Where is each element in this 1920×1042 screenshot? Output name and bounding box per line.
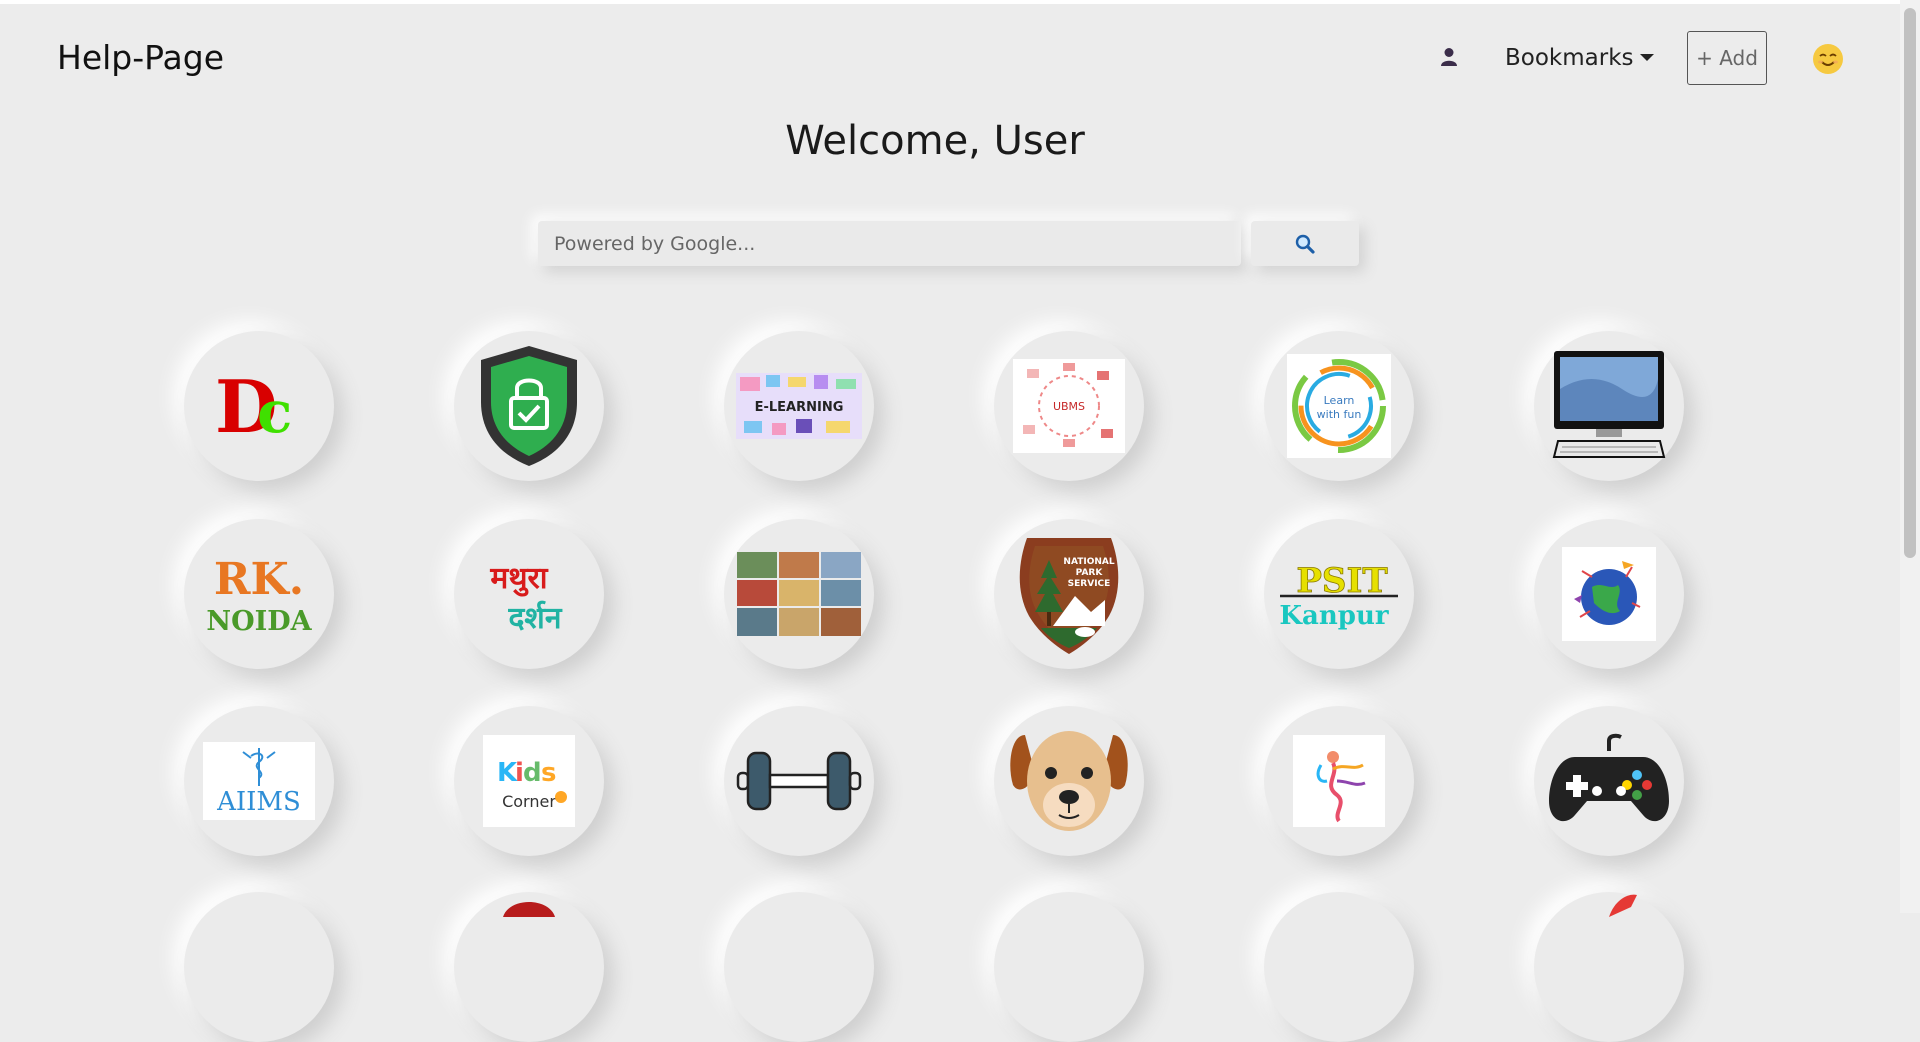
aiims-logo: AIIMS — [203, 742, 315, 820]
bookmarks-dropdown[interactable]: Bookmarks — [1505, 45, 1654, 71]
welcome-heading: Welcome, User — [785, 118, 1085, 164]
psit-kanpur-logo: PSIT Kanpur — [1279, 561, 1398, 631]
svg-text:s: s — [541, 758, 556, 788]
svg-text:E-LEARNING: E-LEARNING — [755, 400, 844, 415]
svg-text:SERVICE: SERVICE — [1068, 579, 1111, 589]
bookmark-tile[interactable]: D c — [184, 331, 334, 481]
svg-text:AIIMS: AIIMS — [216, 787, 301, 817]
bookmark-tile[interactable]: UBMS — [994, 331, 1144, 481]
bookmark-tile[interactable] — [994, 892, 1144, 1042]
brand-title[interactable]: Help-Page — [57, 38, 224, 77]
svg-text:Kanpur: Kanpur — [1279, 601, 1388, 631]
e-learning-logo: E-LEARNING — [736, 373, 862, 439]
bookmark-tile[interactable] — [724, 892, 874, 1042]
bookmark-tile[interactable] — [184, 892, 334, 1042]
svg-text:NOIDA: NOIDA — [206, 606, 312, 636]
world-travel-icon — [1562, 547, 1656, 641]
bookmark-tile[interactable]: RK. NOIDA — [184, 519, 334, 669]
svg-text:RK.: RK. — [214, 554, 304, 605]
dumbbell-icon — [736, 751, 862, 811]
bookmark-tile[interactable]: AIIMS — [184, 706, 334, 856]
svg-text:c: c — [257, 378, 292, 446]
svg-text:PARK: PARK — [1076, 568, 1104, 578]
window-top-edge — [0, 0, 1900, 4]
national-park-service-logo: NATIONAL PARK SERVICE — [1019, 538, 1119, 654]
bookmark-tile[interactable]: Learn with fun — [1264, 331, 1414, 481]
bookmark-tile[interactable] — [454, 892, 604, 1042]
user-icon[interactable] — [1438, 46, 1460, 68]
game-controller-icon — [1549, 733, 1669, 822]
kids-corner-logo: K i d s Corner — [483, 735, 575, 827]
search-button[interactable] — [1251, 221, 1359, 266]
svg-text:मथुरा: मथुरा — [489, 561, 548, 597]
bookmark-tile[interactable] — [1534, 706, 1684, 856]
learn-with-fun-logo: Learn with fun — [1287, 354, 1391, 458]
svg-text:UBMS: UBMS — [1053, 400, 1085, 413]
svg-text:दर्शन: दर्शन — [508, 600, 563, 636]
smiley-icon[interactable] — [1812, 43, 1844, 75]
bookmark-tile[interactable] — [724, 519, 874, 669]
bookmarks-label: Bookmarks — [1505, 45, 1634, 71]
computer-icon — [1552, 351, 1666, 458]
tourism-collage-icon — [737, 552, 861, 636]
svg-text:with fun: with fun — [1317, 408, 1362, 421]
page-scrollbar[interactable] — [1900, 0, 1920, 913]
ubms-logo: UBMS — [1013, 359, 1125, 453]
dog-face-icon — [1010, 731, 1128, 831]
svg-text:Learn: Learn — [1324, 394, 1355, 407]
bookmark-tile[interactable]: NATIONAL PARK SERVICE — [994, 519, 1144, 669]
bookmark-tile[interactable] — [1264, 706, 1414, 856]
mathura-darshan-logo: मथुरा दर्शन — [489, 561, 563, 636]
bookmark-tile[interactable] — [724, 706, 874, 856]
svg-text:NATIONAL: NATIONAL — [1063, 557, 1114, 567]
search-input[interactable] — [538, 221, 1241, 266]
bookmark-tile[interactable] — [1534, 519, 1684, 669]
bookmark-tile[interactable] — [1534, 331, 1684, 481]
security-shield-icon — [481, 346, 577, 466]
bookmark-tile[interactable] — [994, 706, 1144, 856]
svg-text:Corner: Corner — [502, 792, 556, 811]
chevron-down-icon — [1639, 54, 1654, 61]
bookmark-tile[interactable]: मथुरा दर्शन — [454, 519, 604, 669]
bookmark-tile[interactable]: PSIT Kanpur — [1264, 519, 1414, 669]
scrollbar-thumb[interactable] — [1904, 8, 1916, 558]
bookmark-tile[interactable]: K i d s Corner — [454, 706, 604, 856]
bookmark-tile[interactable]: E-LEARNING — [724, 331, 874, 481]
rk-noida-logo: RK. NOIDA — [206, 554, 312, 636]
search-icon — [1295, 234, 1315, 254]
bookmark-tile[interactable] — [454, 331, 604, 481]
search-box — [538, 221, 1241, 266]
add-button[interactable]: + Add — [1687, 31, 1767, 85]
svg-text:d: d — [523, 758, 542, 788]
bookmark-tile[interactable] — [1534, 892, 1684, 1042]
bookmark-tile[interactable] — [1264, 892, 1414, 1042]
dance-icon — [1293, 735, 1385, 827]
dc-logo: D c — [215, 366, 292, 446]
